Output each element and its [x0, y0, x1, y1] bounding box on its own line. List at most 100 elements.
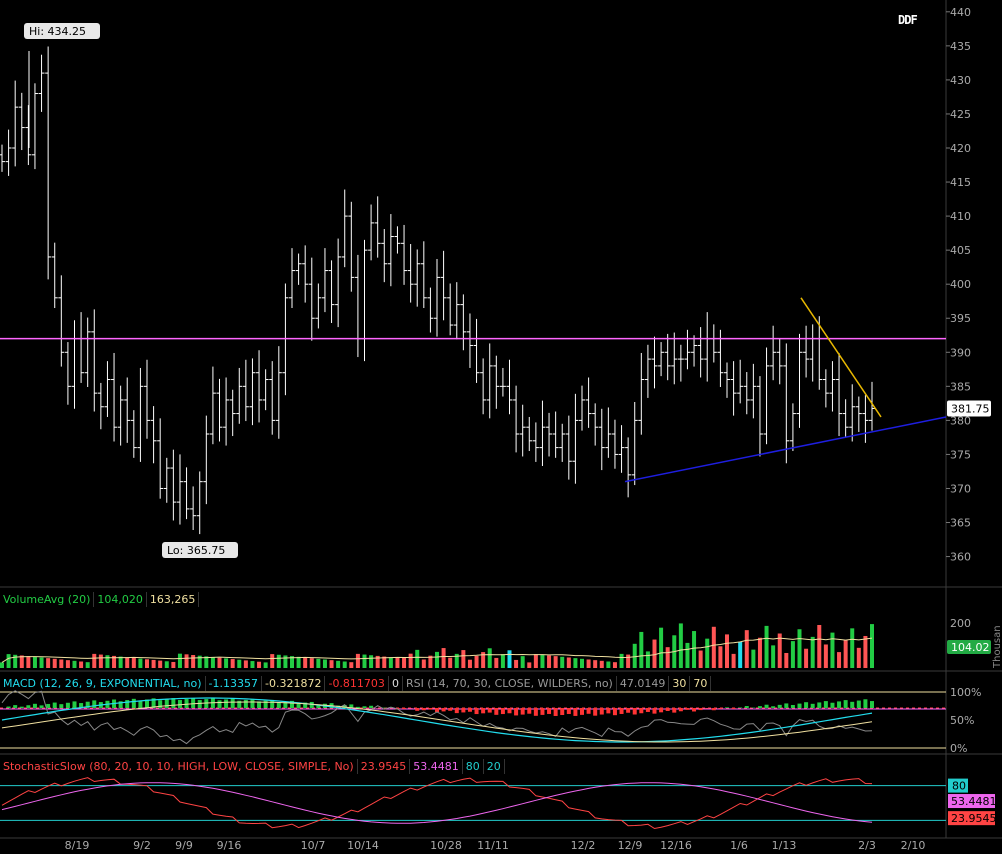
macd-histogram-bar [250, 699, 255, 708]
macd-histogram-bar [72, 701, 77, 708]
macd-histogram-bar [92, 700, 97, 708]
macd-histogram-bar [639, 708, 644, 714]
volume-bar [764, 625, 769, 668]
volume-bar [599, 660, 604, 668]
volume-avg-value: 163,265 [147, 592, 200, 607]
volume-tick-label: 200 [950, 617, 971, 630]
volume-bar [270, 654, 275, 668]
macd-histogram-bar [428, 708, 433, 710]
low-label-text: Lo: 365.75 [167, 544, 225, 557]
volume-bar [487, 648, 492, 668]
high-label: Hi: 434.25 [24, 23, 100, 39]
macd-histogram-bar [692, 708, 697, 712]
volume-bar [52, 658, 57, 668]
macd-study-label[interactable]: MACD (12, 26, 9, EXPONENTIAL, no) [0, 676, 206, 691]
volume-bar [593, 660, 598, 668]
macd-histogram-bar [415, 708, 420, 711]
volume-last-text: 104.02 [951, 641, 990, 654]
volume-bar [105, 655, 110, 668]
volume-bar [191, 655, 196, 668]
macd-zero-value: 0 [389, 676, 403, 691]
volume-bar [718, 646, 723, 668]
volume-bar [711, 626, 716, 668]
stoch-k-value: 23.9545 [358, 759, 411, 774]
date-tick-label: 9/16 [217, 839, 242, 852]
volume-bar [296, 656, 301, 668]
rsi-study-label[interactable]: RSI (14, 70, 30, CLOSE, WILDERS, no) [403, 676, 617, 691]
volume-bar [448, 657, 453, 668]
macd-value: -1.13357 [206, 676, 262, 691]
macd-histogram-bar [573, 708, 578, 716]
macd-histogram-bar [744, 706, 749, 708]
macd-histogram-bar [547, 708, 552, 714]
volume-bar [580, 658, 584, 668]
stoch-d-line [1, 782, 873, 824]
volume-bar [435, 651, 439, 668]
volume-bar [171, 661, 176, 668]
price-tick-label: 435 [950, 40, 971, 53]
volume-bar [560, 656, 565, 668]
volume-bar [408, 653, 413, 668]
date-tick-label: 10/14 [347, 839, 379, 852]
volume-bar [329, 660, 334, 668]
volume-bar [725, 634, 729, 668]
macd-histogram-bar [533, 708, 538, 716]
chart-canvas[interactable]: 3603653703753803853903954004054104154204… [0, 0, 1002, 854]
volume-bar [573, 658, 578, 668]
macd-histogram-bar [777, 704, 782, 708]
macd-histogram-bar [59, 704, 64, 708]
macd-histogram-bar [725, 707, 729, 708]
stoch-study-label[interactable]: StochasticSlow (80, 20, 10, 10, HIGH, LO… [0, 759, 358, 774]
stoch-d-badge-text: 53.4481 [951, 795, 997, 808]
macd-histogram-bar [65, 702, 70, 708]
date-tick-label: 2/3 [858, 839, 876, 852]
macd-histogram-bar [797, 703, 802, 708]
volume-bar [32, 656, 37, 668]
volume-bar [566, 657, 571, 668]
volume-study-label[interactable]: VolumeAvg (20) [0, 592, 95, 607]
macd-histogram-bar [810, 703, 815, 708]
volume-bar [810, 636, 815, 668]
volume-bar [65, 660, 70, 668]
volume-bar [790, 641, 795, 668]
macd-histogram-bar [230, 698, 235, 708]
macd-histogram-bar [402, 708, 407, 709]
volume-bar [342, 661, 347, 668]
macd-histogram-bar [39, 705, 44, 708]
volume-bar [870, 624, 874, 668]
macd-histogram-bar [665, 708, 670, 711]
macd-histogram-bar [454, 708, 459, 714]
rsi-tick-label: 100% [950, 686, 981, 699]
volume-bar [520, 656, 525, 668]
volume-bar [850, 628, 855, 668]
price-tick-label: 375 [950, 448, 971, 461]
volume-bar [626, 654, 631, 668]
volume-bar [303, 657, 308, 668]
volume-bar [79, 661, 84, 668]
macd-histogram-bar [19, 706, 24, 708]
macd-histogram-bar [863, 699, 868, 708]
macd-histogram-bar [217, 700, 222, 708]
macd-histogram-bar [757, 706, 762, 708]
macd-histogram-bar [698, 708, 703, 711]
volume-bar [224, 658, 229, 668]
macd-histogram-bar [369, 705, 374, 708]
volume-bar [843, 640, 848, 668]
volume-bar [533, 654, 538, 668]
volume-bar [514, 659, 519, 668]
macd-histogram-bar [837, 701, 842, 708]
volume-bar [659, 627, 664, 668]
volume-bar [184, 654, 189, 668]
date-tick-label: 2/10 [901, 839, 926, 852]
volume-axis-unit: Thousan [992, 625, 1002, 669]
volume-bar [355, 653, 360, 668]
price-tick-label: 365 [950, 517, 971, 530]
macd-histogram-bar [870, 701, 874, 708]
volume-bar [388, 657, 393, 668]
macd-histogram-bar [224, 699, 229, 708]
macd-histogram-bar [197, 700, 202, 708]
volume-bar [217, 657, 222, 668]
volume-bar [283, 655, 288, 668]
volume-bar [612, 662, 617, 668]
macd-histogram-bar [26, 705, 31, 708]
